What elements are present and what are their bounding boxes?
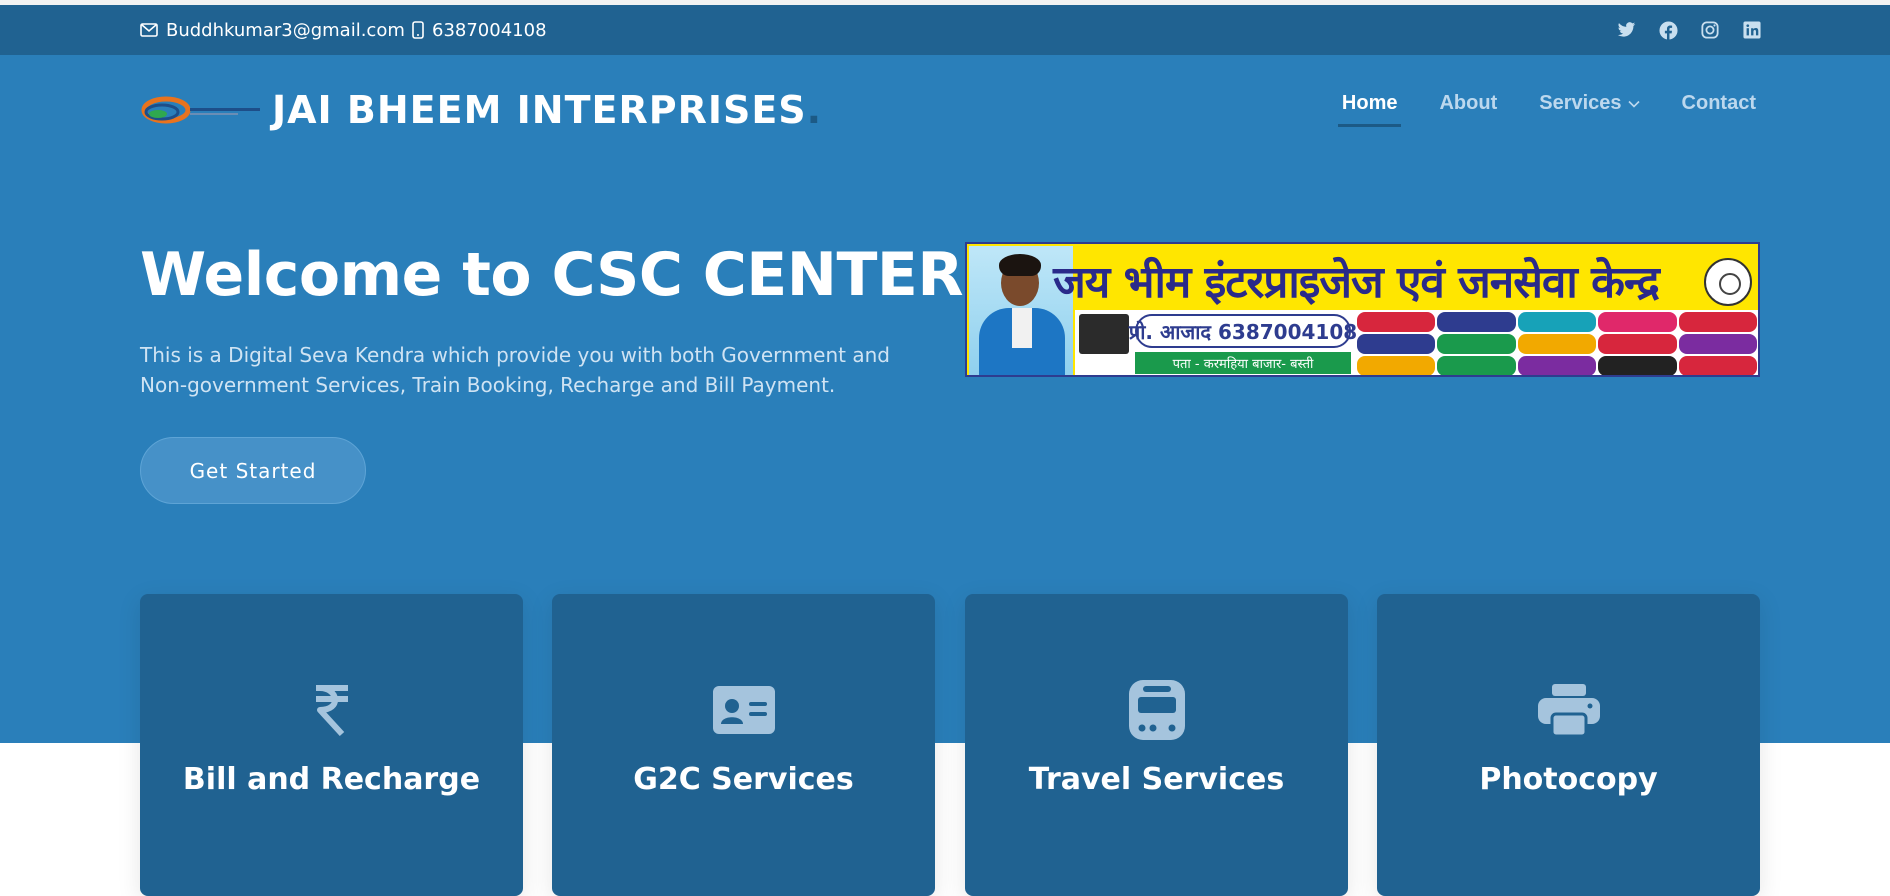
linkedin-icon[interactable] (1742, 20, 1762, 40)
logo-dot: . (806, 88, 823, 132)
social-links (1616, 5, 1762, 55)
nav-contact-label[interactable]: Contact (1682, 92, 1756, 115)
printer-icon (1377, 680, 1760, 740)
email-text[interactable]: Buddhkumar3@gmail.com (166, 20, 405, 41)
nav-about-label[interactable]: About (1439, 92, 1497, 115)
instagram-icon[interactable] (1700, 20, 1720, 40)
card-g2c-services[interactable]: G2C Services (552, 594, 935, 896)
email-contact[interactable]: Buddhkumar3@gmail.com (140, 5, 405, 55)
nav-services[interactable]: Services (1539, 92, 1640, 123)
banner-service-tags (1357, 312, 1757, 375)
logo-icon (140, 90, 264, 130)
banner-address: पता - करमहिया बाजार- बस्ती (1135, 352, 1351, 374)
phone-text[interactable]: 6387004108 (432, 20, 547, 41)
banner-phone: प्रो. आजाद 6387004108 (1129, 314, 1357, 348)
government-seal-icon (1704, 258, 1752, 306)
nav-home[interactable]: Home (1337, 92, 1402, 127)
service-cards: Bill and Recharge G2C Services Travel Se… (140, 594, 1760, 896)
chevron-down-icon[interactable] (1627, 100, 1640, 108)
card-label[interactable]: Bill and Recharge (140, 762, 523, 797)
card-label[interactable]: Travel Services (965, 762, 1348, 797)
card-travel-services[interactable]: Travel Services (965, 594, 1348, 896)
train-icon (965, 680, 1348, 740)
logo-text[interactable]: JAI BHEEM INTERPRISES. (272, 88, 822, 132)
nav-home-label[interactable]: Home (1342, 92, 1398, 115)
computer-icon (1079, 314, 1129, 354)
banner-title: जय भीम इंटरप्राइजेज एवं जनसेवा केन्द्र (1053, 257, 1660, 308)
shop-banner-image: जय भीम इंटरप्राइजेज एवं जनसेवा केन्द्र प… (965, 242, 1760, 377)
hero-title: Welcome to CSC CENTER (140, 240, 964, 310)
hero-description: This is a Digital Seva Kendra which prov… (140, 343, 890, 397)
site-logo[interactable]: JAI BHEEM INTERPRISES. (140, 88, 822, 132)
card-photocopy[interactable]: Photocopy (1377, 594, 1760, 896)
card-label[interactable]: Photocopy (1377, 762, 1760, 797)
get-started-button[interactable]: Get Started (140, 437, 366, 504)
id-card-icon (552, 680, 935, 740)
banner-details: प्रो. आजाद 6387004108 पता - करमहिया बाजा… (1075, 310, 1758, 375)
nav-about[interactable]: About (1439, 92, 1497, 123)
main-navigation: Home About Services Contact (1337, 92, 1756, 127)
rupee-icon (140, 680, 523, 740)
card-bill-recharge[interactable]: Bill and Recharge (140, 594, 523, 896)
twitter-icon[interactable] (1616, 20, 1636, 40)
logo-name[interactable]: JAI BHEEM INTERPRISES (272, 88, 807, 132)
facebook-icon[interactable] (1658, 20, 1678, 40)
nav-services-label[interactable]: Services (1539, 92, 1621, 115)
mobile-phone-icon (412, 21, 424, 39)
card-label[interactable]: G2C Services (552, 762, 935, 797)
top-contact-bar: Buddhkumar3@gmail.com 6387004108 (0, 5, 1890, 55)
envelope-icon (140, 23, 158, 37)
phone-contact[interactable]: 6387004108 (412, 5, 547, 55)
nav-contact[interactable]: Contact (1682, 92, 1756, 123)
